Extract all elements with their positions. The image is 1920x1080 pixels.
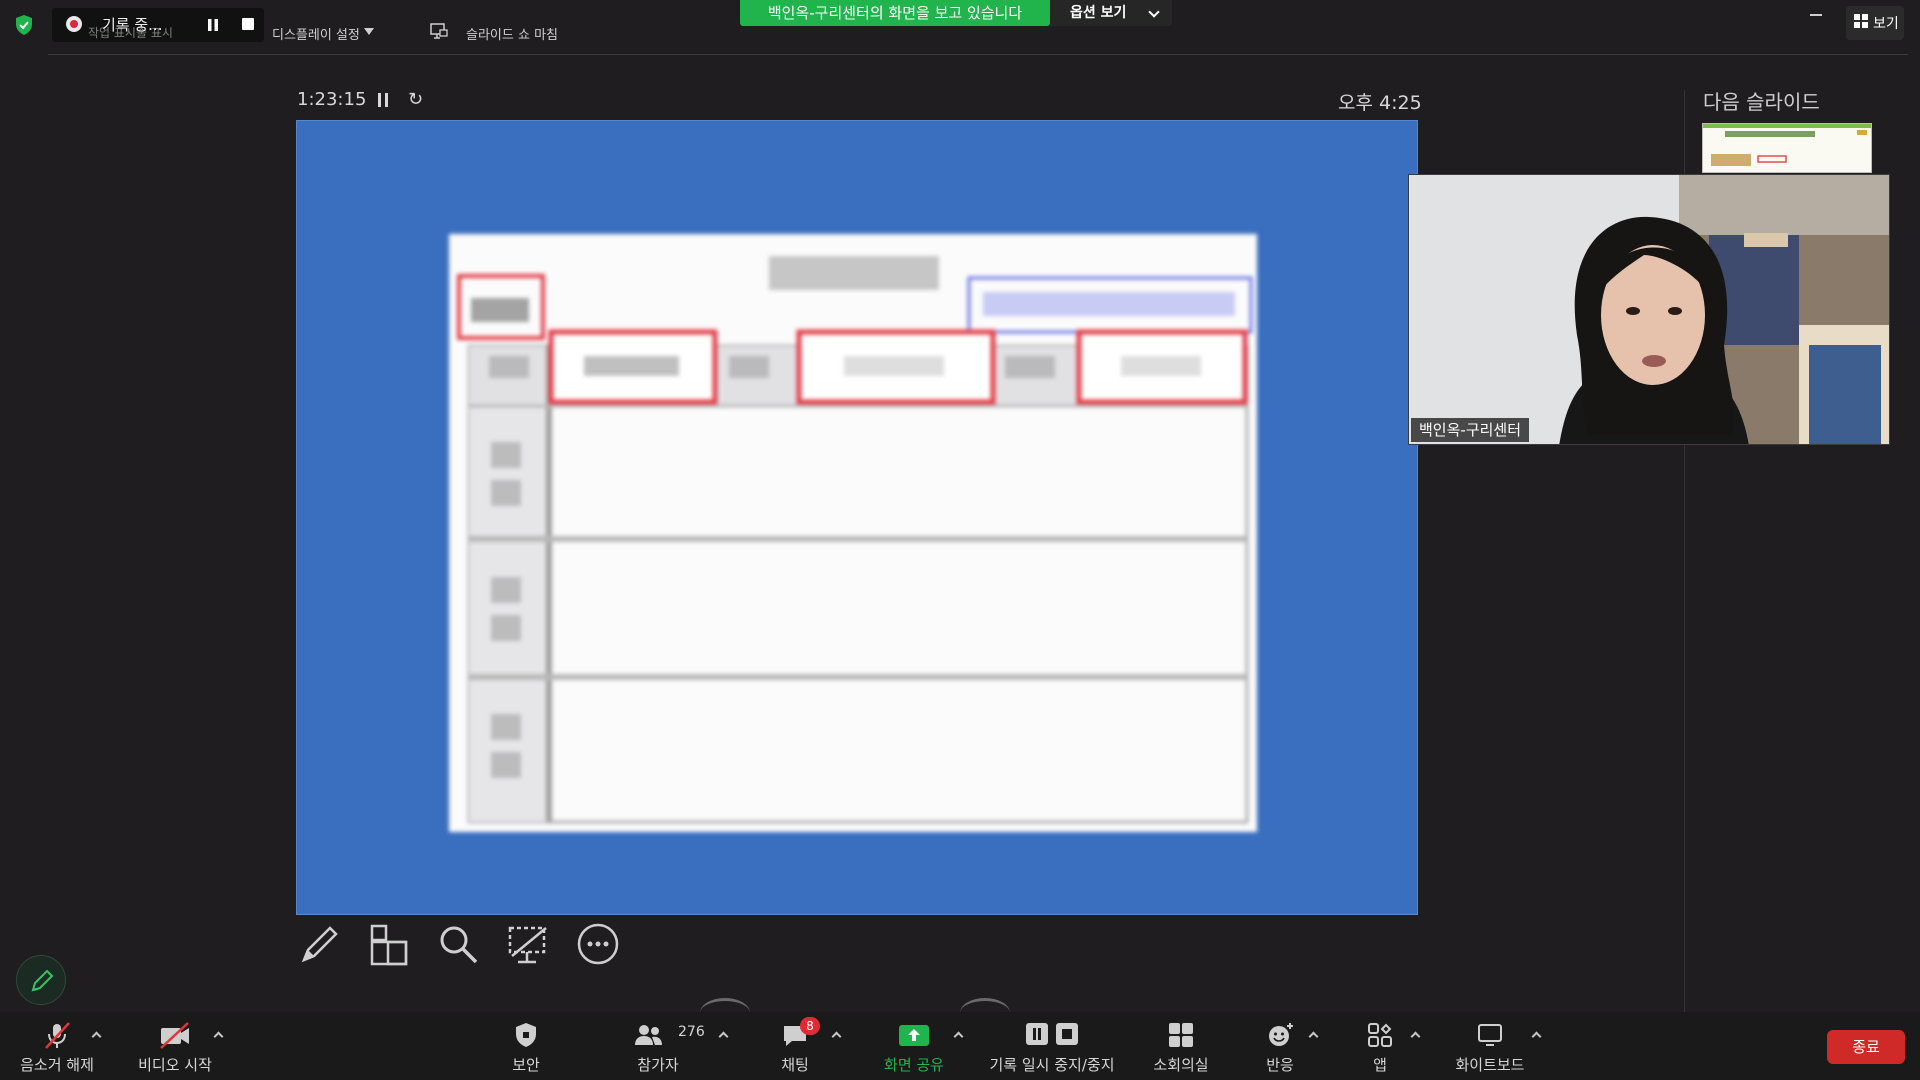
unmute-label: 음소거 해제 [20,1056,94,1074]
apps-button[interactable]: 앱 [1360,1014,1400,1078]
top-divider [48,54,1908,55]
elapsed-timer: 1:23:15 [297,89,367,110]
hide-presenter-view-icon[interactable] [504,920,552,968]
scroll-arc-left [700,998,750,1028]
shield-icon [516,1023,536,1047]
camera-off-icon [160,1022,189,1049]
breakout-rooms-label: 소회의실 [1153,1056,1209,1074]
pencil-icon [31,969,54,992]
grid-icon [1169,1023,1193,1047]
share-screen-label: 화면 공유 [884,1056,944,1074]
reset-timer-icon[interactable]: ↻ [408,91,423,109]
end-slideshow-button[interactable]: 슬라이드 쇼 마침 [466,24,558,43]
display-settings-button[interactable]: 디스플레이 설정 [272,24,360,43]
reactions-label: 반응 [1266,1056,1294,1074]
annotate-button[interactable] [16,955,66,1005]
pause-timer-icon[interactable] [377,92,389,108]
next-slide-thumbnail[interactable] [1702,123,1872,173]
grid-view-icon [1854,14,1868,28]
pause-stop-recording-label: 기록 일시 중지/중지 [989,1056,1115,1074]
participants-label: 참가자 [637,1056,679,1074]
annotation-toolbar [296,920,626,980]
recording-label: 기록 중... [102,16,163,34]
search-icon[interactable] [434,920,482,968]
whiteboard-icon [1478,1024,1502,1046]
security-label: 보안 [512,1056,540,1074]
whiteboard-label: 화이트보드 [1455,1056,1525,1074]
chat-unread-badge: 8 [800,1017,820,1035]
start-video-button[interactable]: 비디오 시작 [130,1014,220,1078]
apps-icon [1368,1023,1392,1047]
chevron-down-icon [364,28,374,35]
unmute-button[interactable]: 음소거 해제 [14,1014,100,1078]
reactions-button[interactable]: 반응 [1254,1014,1306,1078]
share-arrow-icon [899,1025,929,1046]
more-options-icon[interactable] [574,920,622,968]
next-slide-preview-image [1703,124,1871,166]
smiley-plus-icon [1269,1023,1293,1046]
presentation-slide [296,120,1418,915]
current-time: 오후 4:25 [1338,92,1422,114]
view-button-label: 보기 [1873,16,1899,32]
apps-label: 앱 [1373,1056,1387,1074]
participant-video-feed [1409,175,1889,444]
participant-video-tile[interactable]: 백인옥-구리센터 [1408,174,1890,445]
viewing-share-banner: 백인옥-구리센터의 화면을 보고 있습니다 [740,0,1050,26]
share-screen-button[interactable]: 화면 공유 [876,1014,952,1078]
next-slide-label: 다음 슬라이드 [1703,90,1820,114]
pause-stop-recording-button[interactable]: 기록 일시 중지/중지 [982,1014,1122,1078]
whiteboard-button[interactable]: 화이트보드 [1450,1014,1530,1078]
security-button[interactable]: 보안 [496,1014,556,1078]
slide-table-image [449,234,1257,832]
end-meeting-button[interactable]: 종료 [1827,1030,1905,1064]
pause-stop-icon [1026,1023,1078,1045]
participant-name-label: 백인옥-구리센터 [1411,418,1530,442]
layout-icon[interactable] [364,920,412,968]
breakout-rooms-button[interactable]: 소회의실 [1146,1014,1216,1078]
minimize-button[interactable] [1810,14,1822,16]
stop-recording-icon[interactable] [242,18,254,30]
pause-recording-icon[interactable] [206,18,220,32]
start-video-label: 비디오 시작 [138,1056,212,1074]
pen-icon[interactable] [296,920,344,968]
mic-off-icon [45,1022,70,1049]
slideshow-icon[interactable] [430,22,448,40]
record-dot-icon [66,16,82,32]
people-icon [635,1025,662,1045]
security-shield-icon[interactable] [14,14,34,36]
participant-count: 276 [678,1024,705,1040]
chat-label: 채팅 [781,1056,809,1074]
